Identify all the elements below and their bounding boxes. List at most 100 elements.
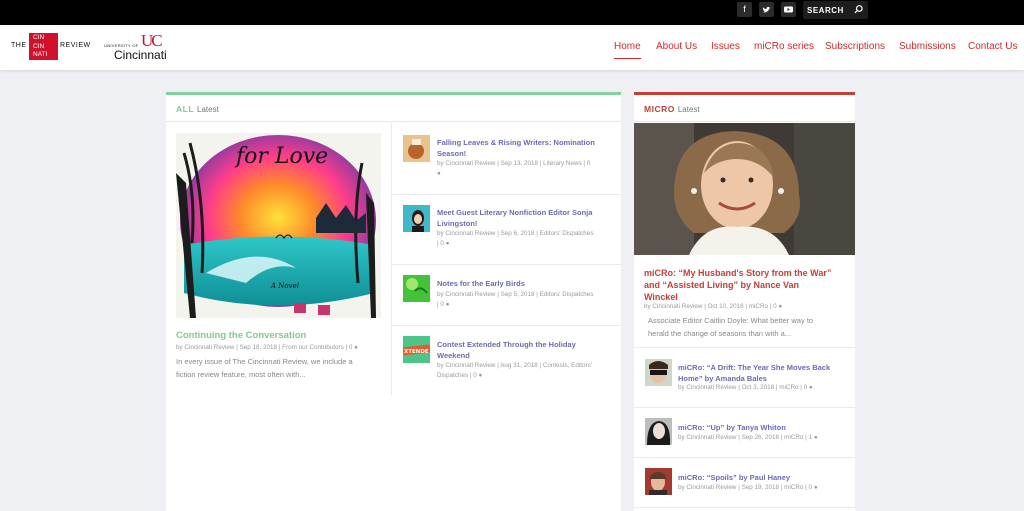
post-title-line-1: Meet Guest Literary Nonfiction Editor So… — [437, 208, 593, 217]
post-meta-contest-extended: by Cincinnati Review | Aug 31, 2018 | Co… — [437, 361, 617, 381]
search-input[interactable] — [807, 3, 853, 17]
uc-name: Cincinnati — [114, 48, 167, 62]
all-latest-panel: ALL Latest for Love A Novel Continuing t… — [166, 92, 621, 511]
feature-excerpt-line-1: In every issue of The Cincinnati Review,… — [176, 357, 353, 366]
nav-micro-series[interactable]: miCRo series — [754, 41, 814, 52]
micro-subtitle-text: Latest — [677, 105, 700, 114]
feature-excerpt-line-2: fiction review feature, most often with.… — [176, 370, 306, 379]
micro-title-text: MICRO — [644, 104, 675, 114]
feature-post-meta: by Cincinnati Review | Sep 18, 2018 | Fr… — [176, 343, 386, 353]
post-meta-line-2: | 0 ● — [437, 300, 617, 310]
post-divider — [634, 507, 855, 508]
post-divider — [392, 264, 621, 265]
facebook-icon[interactable]: f — [737, 2, 752, 17]
feature-post-title[interactable]: Continuing the Conversation — [176, 330, 381, 341]
post-title-line-1: miCRo: “A Drift: The Year She Moves Back — [678, 363, 831, 372]
post-meta-line-1: by Cincinnati Review | Sep 13, 2018 | Li… — [437, 160, 591, 167]
post-title-line-1: Notes for the Early Birds — [437, 279, 525, 288]
nav-contact-us[interactable]: Contact Us — [968, 41, 1017, 52]
post-title-line-2: Livingston! — [437, 219, 478, 228]
micro-feature-excerpt: Associate Editor Caitlin Doyle: What bet… — [648, 314, 853, 340]
twitter-icon[interactable] — [759, 2, 774, 17]
post-meta-line-1: by Cincinnati Review | Aug 31, 2018 | Co… — [437, 362, 592, 369]
post-divider — [392, 325, 621, 326]
comment-icon: ● — [813, 434, 818, 441]
logo-red-block: CIN CIN NATI — [29, 33, 58, 60]
comment-icon: ● — [813, 484, 818, 491]
post-title-line-2: Weekend — [437, 351, 470, 360]
micro-thumbnail-amanda-bales[interactable] — [645, 359, 672, 386]
micro-feature-meta-text: by Cincinnati Review | Oct 10, 2018 | mi… — [644, 303, 777, 310]
nav-issues[interactable]: Issues — [711, 41, 740, 52]
comment-icon: ● — [445, 301, 450, 308]
post-title-contest-extended[interactable]: Contest Extended Through the Holiday Wee… — [437, 339, 617, 361]
comment-icon: ● — [437, 170, 441, 177]
micro-post-title-tanya-whiton[interactable]: miCRo: “Up” by Tanya Whiton — [678, 422, 850, 433]
column-divider — [391, 123, 392, 395]
logo-cin-2: CIN — [33, 42, 45, 50]
post-thumbnail-sonja[interactable] — [403, 205, 430, 232]
logo-nati: NATI — [33, 51, 48, 59]
post-meta-text: by Cincinnati Review | Oct 3, 2018 | miC… — [678, 384, 808, 391]
cover-novel-text: A Novel — [270, 282, 299, 290]
micro-feature-meta: by Cincinnati Review | Oct 10, 2018 | mi… — [644, 302, 849, 312]
youtube-icon[interactable] — [781, 2, 796, 17]
comment-count: | 0 — [437, 301, 444, 308]
comment-count: Dispatches | 0 — [437, 372, 477, 379]
micro-post-meta-paul-haney: by Cincinnati Review | Sep 19, 2018 | mi… — [678, 483, 853, 493]
post-meta-line-2: | 0 ● — [437, 239, 617, 249]
nav-submissions[interactable]: Submissions — [899, 41, 956, 52]
micro-feature-title-line-2: and “Assisted Living” by Nance Van — [644, 280, 800, 290]
micro-post-title-paul-haney[interactable]: miCRo: “Spoils” by Paul Haney — [678, 472, 850, 483]
micro-post-meta-tanya-whiton: by Cincinnati Review | Sep 26, 2018 | mi… — [678, 433, 853, 443]
post-meta-text: by Cincinnati Review | Sep 26, 2018 | mi… — [678, 434, 813, 441]
post-title-line-1: miCRo: “Up” by Tanya Whiton — [678, 423, 786, 432]
micro-panel-title: MICRO Latest — [644, 104, 700, 114]
post-thumbnail-early-birds[interactable] — [403, 275, 430, 302]
nav-home[interactable]: Home — [614, 41, 641, 52]
comment-icon: ● — [778, 303, 783, 310]
micro-panel-header: MICRO Latest — [634, 95, 855, 122]
post-meta-early-birds: by Cincinnati Review | Sep 5, 2018 | Edi… — [437, 290, 617, 310]
logo-cin-1: CIN — [33, 34, 45, 41]
micro-excerpt-line-2: herald the change of seasons than with a… — [648, 329, 792, 338]
post-thumbnail-leaves[interactable] — [403, 135, 430, 162]
search-icon[interactable] — [853, 4, 864, 15]
feature-book-cover-image[interactable]: for Love A Novel — [176, 133, 381, 318]
logo-the-text: THE — [11, 42, 27, 49]
post-meta-falling-leaves: by Cincinnati Review | Sep 13, 2018 | Li… — [437, 159, 617, 179]
post-title-sonja-livingston[interactable]: Meet Guest Literary Nonfiction Editor So… — [437, 207, 617, 229]
nav-about-us[interactable]: About Us — [656, 41, 697, 52]
post-title-early-birds[interactable]: Notes for the Early Birds — [437, 278, 617, 289]
micro-thumbnail-tanya-whiton[interactable] — [645, 418, 672, 445]
post-divider — [392, 194, 621, 195]
post-title-line-2: Season! — [437, 149, 467, 158]
all-panel-header: ALL Latest — [166, 95, 621, 122]
post-title-line-1: Contest Extended Through the Holiday — [437, 340, 576, 349]
nav-subscriptions[interactable]: Subscriptions — [825, 41, 885, 52]
micro-feature-portrait-image[interactable] — [634, 123, 855, 255]
comment-count: | 0 — [437, 240, 444, 247]
micro-thumbnail-paul-haney[interactable] — [645, 468, 672, 495]
comment-icon: ● — [808, 384, 813, 391]
all-title-text: ALL — [176, 104, 195, 114]
post-thumbnail-contest-extended[interactable]: XTENDE — [403, 336, 430, 363]
micro-post-title-amanda-bales[interactable]: miCRo: “A Drift: The Year She Moves Back… — [678, 362, 850, 384]
post-divider — [634, 347, 855, 348]
feature-post-excerpt: In every issue of The Cincinnati Review,… — [176, 355, 381, 381]
micro-latest-panel: MICRO Latest miCRo: “My Husband's Story f… — [634, 92, 855, 511]
cover-title-text: for Love — [234, 144, 328, 169]
post-title-falling-leaves[interactable]: Falling Leaves & Rising Writers: Nominat… — [437, 137, 617, 159]
nav-active-indicator — [614, 58, 641, 59]
comment-icon: ● — [478, 372, 483, 379]
comment-icon: ● — [445, 240, 450, 247]
post-title-line-1: miCRo: “Spoils” by Paul Haney — [678, 473, 791, 482]
top-bar: f — [0, 0, 1024, 25]
post-divider — [634, 407, 855, 408]
micro-feature-title[interactable]: miCRo: “My Husband's Story from the War”… — [644, 267, 849, 303]
post-meta-line-1: by Cincinnati Review | Sep 6, 2018 | Edi… — [437, 230, 594, 237]
site-header: THE CIN CIN NATI REVIEW UNIVERSITY OF UC… — [0, 25, 1024, 70]
comment-icon: ● — [354, 344, 358, 351]
search-box — [803, 1, 868, 19]
micro-feature-title-line-1: miCRo: “My Husband's Story from the War” — [644, 268, 832, 278]
